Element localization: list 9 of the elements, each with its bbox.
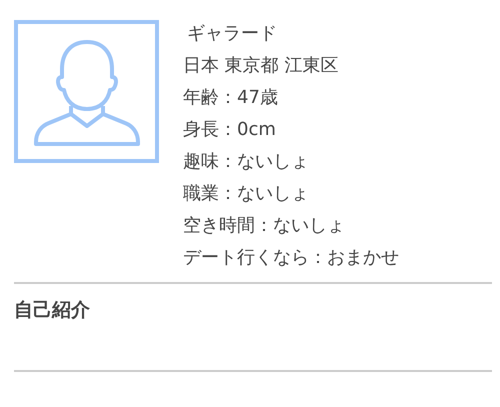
profile-detail: 趣味：ないしょ	[183, 150, 310, 174]
profile-detail: 空き時間：ないしょ	[183, 214, 346, 238]
profile-detail: 職業：ないしょ	[183, 182, 310, 206]
profile-detail: 年齢：47歳	[183, 86, 279, 110]
profile-name: ギャラード	[186, 22, 278, 46]
section-heading: 自己紹介	[14, 298, 91, 323]
profile-detail: 日本 東京都 江東区	[183, 54, 340, 78]
profile-detail: 身長：0cm	[183, 118, 277, 142]
profile-detail: デート行くなら：おまかせ	[183, 246, 399, 270]
